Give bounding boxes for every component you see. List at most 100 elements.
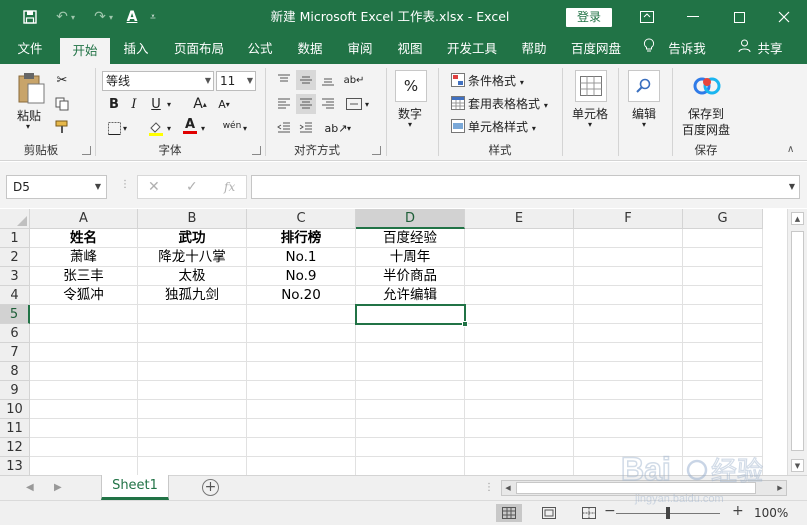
bottom-align-icon[interactable]: [318, 70, 338, 90]
page-break-view-icon[interactable]: [576, 504, 602, 522]
cell-g9[interactable]: [683, 381, 763, 400]
save-to-baidu-label-2[interactable]: 百度网盘: [682, 121, 730, 138]
normal-view-icon[interactable]: [496, 504, 522, 522]
cell-g1[interactable]: [683, 229, 763, 248]
cell-c9[interactable]: [247, 381, 356, 400]
cell-a9[interactable]: [30, 381, 138, 400]
cell-e11[interactable]: [465, 419, 574, 438]
underline-button[interactable]: U: [146, 94, 166, 114]
search-icon[interactable]: [628, 70, 660, 102]
cell-g10[interactable]: [683, 400, 763, 419]
cell-e12[interactable]: [465, 438, 574, 457]
cell-f4[interactable]: [574, 286, 683, 305]
formula-input[interactable]: ▼: [251, 175, 800, 199]
page-layout-view-icon[interactable]: [536, 504, 562, 522]
cell-e8[interactable]: [465, 362, 574, 381]
cell-f10[interactable]: [574, 400, 683, 419]
cell-g5[interactable]: [683, 305, 763, 324]
name-box[interactable]: D5 ▼: [6, 175, 107, 199]
cell-b6[interactable]: [138, 324, 247, 343]
cell-g4[interactable]: [683, 286, 763, 305]
lightbulb-icon[interactable]: [640, 34, 658, 64]
cell-b2[interactable]: 降龙十八掌: [138, 248, 247, 267]
cell-d9[interactable]: [356, 381, 465, 400]
horizontal-scroll-thumb[interactable]: [516, 482, 756, 494]
save-icon[interactable]: [16, 0, 44, 34]
cell-g12[interactable]: [683, 438, 763, 457]
cell-b8[interactable]: [138, 362, 247, 381]
cell-g8[interactable]: [683, 362, 763, 381]
save-to-baidu-label-1[interactable]: 保存到: [688, 105, 724, 122]
cell-d3[interactable]: 半价商品: [356, 267, 465, 286]
close-icon[interactable]: [761, 0, 807, 34]
row-header-3[interactable]: 3: [0, 267, 30, 286]
cell-c4[interactable]: No.20: [247, 286, 356, 305]
cell-e1[interactable]: [465, 229, 574, 248]
fill-color-dropdown-icon[interactable]: ▾: [164, 118, 174, 138]
cell-e2[interactable]: [465, 248, 574, 267]
cell-e3[interactable]: [465, 267, 574, 286]
cell-b11[interactable]: [138, 419, 247, 438]
format-painter-icon[interactable]: [52, 117, 72, 137]
scroll-up-icon[interactable]: ▲: [791, 212, 804, 225]
copy-icon[interactable]: [52, 94, 72, 114]
next-sheet-icon[interactable]: ▶: [54, 476, 62, 500]
tab-review[interactable]: 审阅: [338, 34, 382, 64]
scroll-left-icon[interactable]: ◀: [502, 481, 514, 495]
tell-me-search[interactable]: 告诉我: [662, 34, 712, 64]
italic-button[interactable]: I: [124, 94, 144, 114]
top-align-icon[interactable]: [274, 70, 294, 90]
sheet-tab-sheet1[interactable]: Sheet1: [101, 475, 169, 500]
increase-font-icon[interactable]: A ▴: [190, 94, 210, 114]
row-header-12[interactable]: 12: [0, 438, 30, 457]
align-left-icon[interactable]: [274, 94, 294, 114]
minimize-icon[interactable]: [670, 0, 716, 34]
baidu-netdisk-icon[interactable]: [692, 72, 722, 100]
cell-g7[interactable]: [683, 343, 763, 362]
cell-e10[interactable]: [465, 400, 574, 419]
column-header-c[interactable]: C: [247, 209, 356, 229]
percent-icon[interactable]: %: [395, 70, 427, 102]
cell-styles-button[interactable]: 单元格样式 ▾: [468, 118, 536, 135]
row-header-4[interactable]: 4: [0, 286, 30, 305]
conditional-format-icon[interactable]: [448, 70, 468, 90]
cell-f1[interactable]: [574, 229, 683, 248]
decrease-font-icon[interactable]: A ▾: [214, 94, 234, 114]
cell-c7[interactable]: [247, 343, 356, 362]
tab-page-layout[interactable]: 页面布局: [166, 34, 232, 64]
expand-formula-bar-icon[interactable]: ▼: [789, 176, 795, 198]
select-all-button[interactable]: [0, 209, 30, 229]
cells-dropdown-icon[interactable]: ▾: [588, 120, 592, 129]
cell-a7[interactable]: [30, 343, 138, 362]
zoom-level[interactable]: 100%: [754, 501, 788, 525]
cell-c6[interactable]: [247, 324, 356, 343]
tab-baidu-netdisk[interactable]: 百度网盘: [564, 34, 628, 64]
cell-a8[interactable]: [30, 362, 138, 381]
share-button[interactable]: 共享: [754, 34, 786, 64]
zoom-out-icon[interactable]: −: [604, 503, 616, 519]
format-as-table-button[interactable]: 套用表格格式 ▾: [468, 95, 548, 112]
row-header-7[interactable]: 7: [0, 343, 30, 362]
cell-e13[interactable]: [465, 457, 574, 475]
cell-e6[interactable]: [465, 324, 574, 343]
cell-e5[interactable]: [465, 305, 574, 324]
cell-g2[interactable]: [683, 248, 763, 267]
conditional-format-button[interactable]: 条件格式 ▾: [468, 72, 524, 89]
vertical-scrollbar[interactable]: ▲ ▼: [787, 209, 807, 475]
tab-insert[interactable]: 插入: [114, 34, 158, 64]
cell-f7[interactable]: [574, 343, 683, 362]
cell-a13[interactable]: [30, 457, 138, 475]
merge-center-icon[interactable]: [344, 94, 364, 114]
cell-b3[interactable]: 太极: [138, 267, 247, 286]
tab-data[interactable]: 数据: [288, 34, 332, 64]
cell-styles-icon[interactable]: [448, 116, 468, 136]
cell-c13[interactable]: [247, 457, 356, 475]
tab-split-grip-icon[interactable]: ⋮: [484, 482, 494, 493]
cell-a10[interactable]: [30, 400, 138, 419]
cell-a3[interactable]: 张三丰: [30, 267, 138, 286]
zoom-slider-thumb[interactable]: [666, 507, 670, 519]
cell-d6[interactable]: [356, 324, 465, 343]
add-sheet-icon[interactable]: +: [202, 479, 219, 496]
column-header-a[interactable]: A: [30, 209, 138, 229]
login-button[interactable]: 登录: [566, 8, 612, 27]
